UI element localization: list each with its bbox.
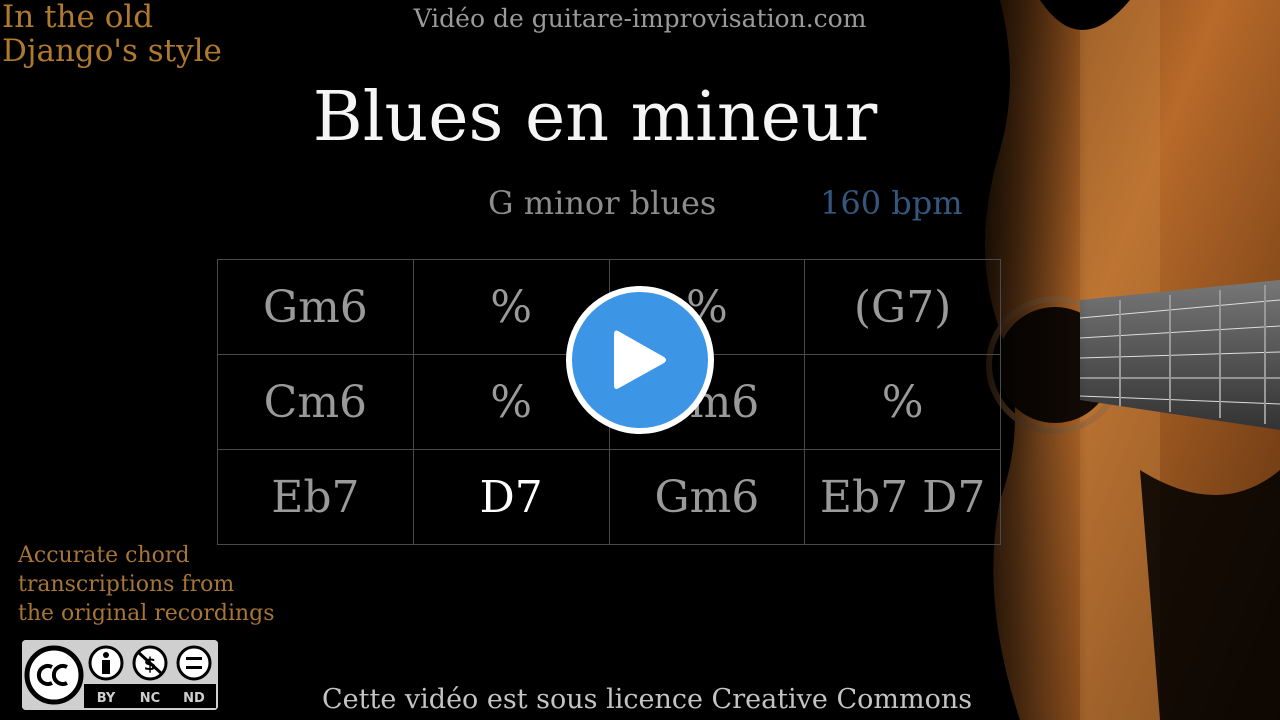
- transcription-note-line1: Accurate chord: [18, 543, 190, 568]
- chord-cell: Cm6: [218, 355, 414, 450]
- cc-nd-label: ND: [183, 691, 205, 706]
- cc-nc-label: NC: [140, 691, 160, 706]
- cc-by-label: BY: [97, 691, 116, 706]
- chord-cell: Eb7: [218, 450, 414, 545]
- key-subtitle: G minor blues: [488, 184, 717, 222]
- tempo-label: 160 bpm: [820, 184, 963, 222]
- style-badge-line1: In the old: [2, 0, 154, 35]
- cc-icon: [24, 645, 84, 705]
- by-icon: [88, 645, 124, 681]
- chord-cell: Gm6: [218, 260, 414, 355]
- chord-cell: (G7): [805, 260, 1001, 355]
- guitar-image: [960, 0, 1280, 720]
- chord-cell: Eb7 D7: [805, 450, 1001, 545]
- nd-icon: [176, 645, 212, 681]
- chord-cell-active: D7: [413, 450, 610, 545]
- chord-cell: Gm6: [609, 450, 806, 545]
- transcription-note: Accurate chord transcriptions from the o…: [18, 541, 275, 628]
- transcription-note-line2: transcriptions from: [18, 572, 235, 597]
- nc-icon: $: [132, 645, 168, 681]
- play-button[interactable]: [566, 286, 714, 434]
- license-notice: Cette vidéo est sous licence Creative Co…: [322, 684, 973, 715]
- transcription-note-line3: the original recordings: [18, 601, 275, 626]
- site-credit: Vidéo de guitare-improvisation.com: [413, 4, 867, 33]
- play-icon: [614, 330, 666, 389]
- creative-commons-badge[interactable]: $ BY NC ND: [22, 640, 218, 710]
- style-badge-line2: Django's style: [2, 33, 222, 69]
- chord-cell: %: [805, 355, 1001, 450]
- style-badge: In the old Django's style: [2, 0, 222, 68]
- video-title: Blues en mineur: [312, 78, 878, 157]
